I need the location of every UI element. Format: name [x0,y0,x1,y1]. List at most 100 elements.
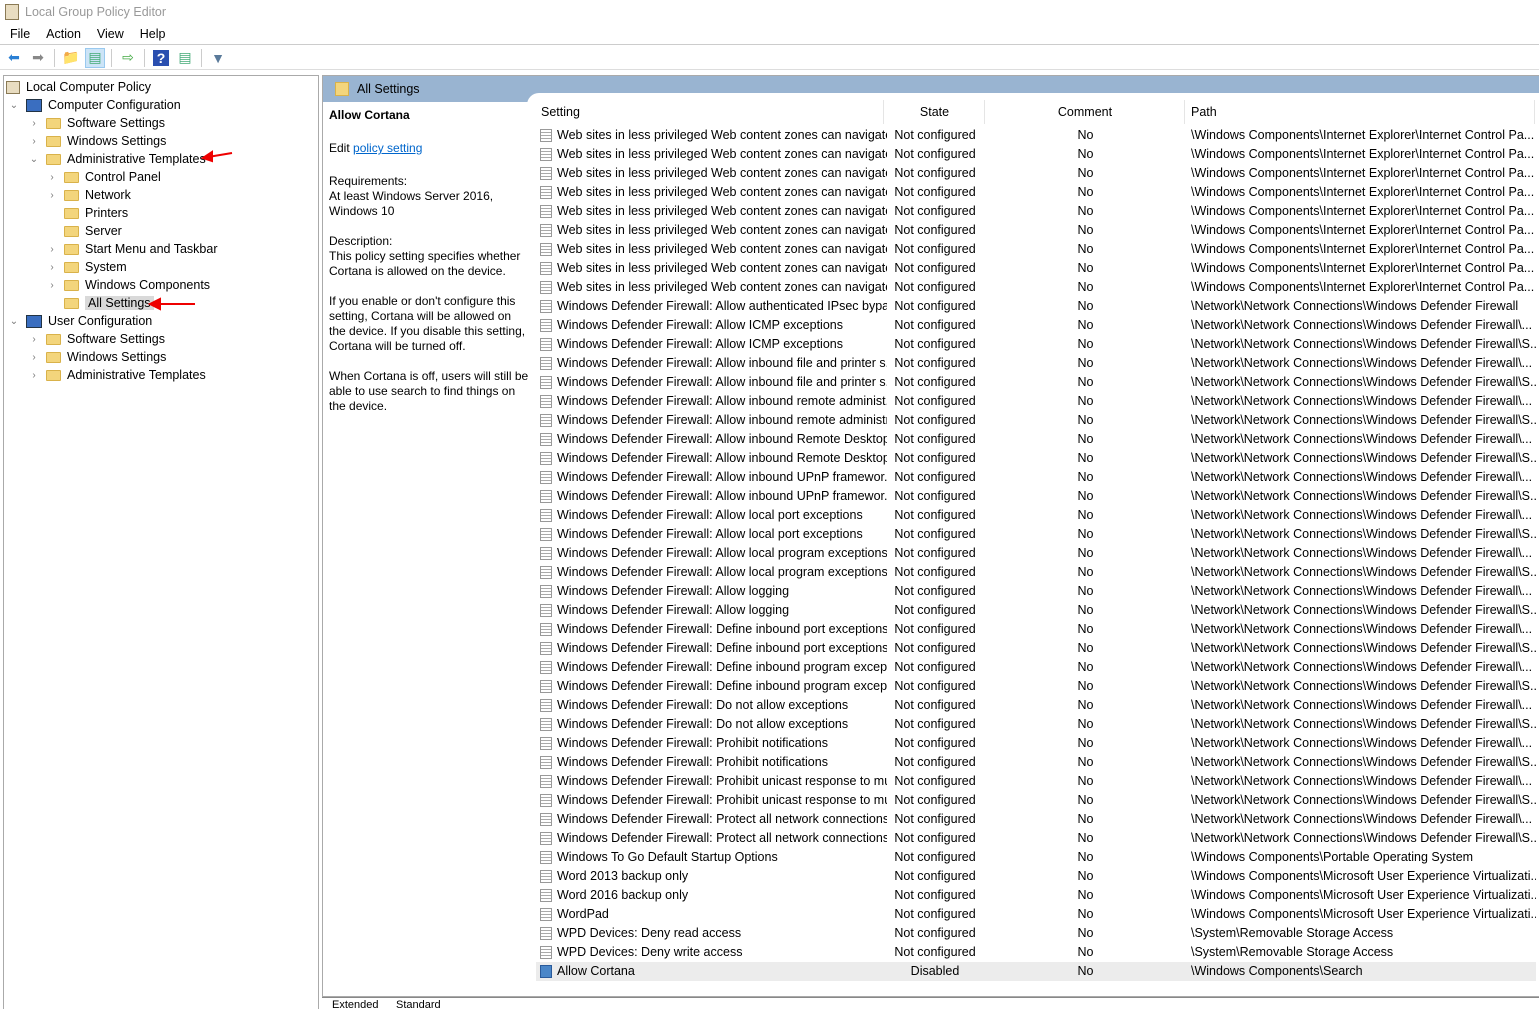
comment-cell: No [1077,812,1094,826]
table-row[interactable]: Web sites in less privileged Web content… [536,259,1536,278]
comment-cell: No [1077,280,1094,294]
setting-cell: Windows To Go Default Startup Options [557,850,778,864]
comment-cell: No [1077,508,1094,522]
setting-cell: Windows Defender Firewall: Allow inbound… [557,394,887,408]
state-cell: Not configured [894,280,976,294]
table-row[interactable]: Windows Defender Firewall: Define inboun… [536,620,1536,639]
policy-setting-icon [540,661,552,674]
tree-node[interactable]: › Windows Settings [28,348,166,366]
table-row[interactable]: Windows Defender Firewall: Allow inbound… [536,449,1536,468]
comment-cell: No [1077,565,1094,579]
setting-cell: Windows Defender Firewall: Prohibit unic… [557,793,887,807]
table-row[interactable]: Windows Defender Firewall: Prohibit noti… [536,734,1536,753]
table-row[interactable]: Windows Defender Firewall: Prohibit unic… [536,791,1536,810]
comment-cell: No [1077,907,1094,921]
setting-cell: Windows Defender Firewall: Allow inbound… [557,413,887,427]
comment-cell: No [1077,432,1094,446]
tab-extended[interactable]: Extended [332,999,378,1011]
table-row[interactable]: WordPad Not configured No \Windows Compo… [536,905,1536,924]
table-row[interactable]: Windows Defender Firewall: Allow authent… [536,297,1536,316]
chevron-right-icon[interactable]: › [28,370,40,381]
table-row[interactable]: Windows Defender Firewall: Allow inbound… [536,411,1536,430]
table-row[interactable]: Windows Defender Firewall: Allow inbound… [536,373,1536,392]
table-row[interactable]: Windows Defender Firewall: Do not allow … [536,696,1536,715]
table-row[interactable]: Windows Defender Firewall: Allow local p… [536,563,1536,582]
table-row[interactable]: Windows To Go Default Startup Options No… [536,848,1536,867]
table-row[interactable]: Web sites in less privileged Web content… [536,202,1536,221]
table-row[interactable]: Allow Cortana Disabled No \Windows Compo… [536,962,1536,981]
table-row[interactable]: Windows Defender Firewall: Allow local p… [536,525,1536,544]
column-header-state[interactable]: State [885,100,985,124]
table-row[interactable]: Windows Defender Firewall: Prohibit unic… [536,772,1536,791]
table-row[interactable]: Web sites in less privileged Web content… [536,221,1536,240]
policy-setting-icon [540,300,552,313]
table-row[interactable]: Windows Defender Firewall: Allow logging… [536,582,1536,601]
policy-setting-icon [540,395,552,408]
table-row[interactable]: Windows Defender Firewall: Define inboun… [536,658,1536,677]
table-row[interactable]: Windows Defender Firewall: Allow inbound… [536,392,1536,411]
state-cell: Not configured [894,318,976,332]
comment-cell: No [1077,698,1094,712]
table-row[interactable]: Windows Defender Firewall: Allow inbound… [536,354,1536,373]
state-cell: Not configured [894,603,976,617]
state-cell: Not configured [894,831,976,845]
tree-node[interactable]: › Administrative Templates [28,366,205,384]
setting-cell: Windows Defender Firewall: Prohibit unic… [557,774,887,788]
table-row[interactable]: Windows Defender Firewall: Allow local p… [536,506,1536,525]
table-row[interactable]: WPD Devices: Deny read access Not config… [536,924,1536,943]
table-row[interactable]: Windows Defender Firewall: Allow local p… [536,544,1536,563]
table-row[interactable]: Web sites in less privileged Web content… [536,126,1536,145]
table-row[interactable]: Windows Defender Firewall: Allow inbound… [536,468,1536,487]
table-row[interactable]: Windows Defender Firewall: Allow inbound… [536,430,1536,449]
comment-cell: No [1077,546,1094,560]
table-row[interactable]: WPD Devices: Deny write access Not confi… [536,943,1536,962]
chevron-right-icon[interactable]: › [28,352,40,363]
comment-cell: No [1077,945,1094,959]
tab-standard[interactable]: Standard [396,999,441,1011]
path-cell: \System\Removable Storage Access [1191,926,1394,940]
comment-cell: No [1077,489,1094,503]
state-cell: Not configured [894,204,976,218]
comment-cell: No [1077,774,1094,788]
edit-policy-setting-link[interactable]: policy setting [353,141,422,155]
table-row[interactable]: Word 2016 backup only Not configured No … [536,886,1536,905]
table-row[interactable]: Windows Defender Firewall: Define inboun… [536,639,1536,658]
table-row[interactable]: Web sites in less privileged Web content… [536,240,1536,259]
table-row[interactable]: Windows Defender Firewall: Protect all n… [536,810,1536,829]
state-cell: Not configured [894,223,976,237]
state-cell: Not configured [894,584,976,598]
table-row[interactable]: Web sites in less privileged Web content… [536,278,1536,297]
table-row[interactable]: Web sites in less privileged Web content… [536,183,1536,202]
table-row[interactable]: Windows Defender Firewall: Define inboun… [536,677,1536,696]
table-row[interactable]: Windows Defender Firewall: Prohibit noti… [536,753,1536,772]
table-row[interactable]: Word 2013 backup only Not configured No … [536,867,1536,886]
table-row[interactable]: Web sites in less privileged Web content… [536,145,1536,164]
table-row[interactable]: Windows Defender Firewall: Allow ICMP ex… [536,316,1536,335]
table-row[interactable]: Windows Defender Firewall: Protect all n… [536,829,1536,848]
chevron-right-icon[interactable]: › [28,334,40,345]
table-row[interactable]: Windows Defender Firewall: Do not allow … [536,715,1536,734]
state-cell: Not configured [894,888,976,902]
tree-node[interactable]: › Software Settings [28,330,165,348]
path-cell: \Windows Components\Internet Explorer\In… [1191,166,1535,180]
setting-cell: Windows Defender Firewall: Allow ICMP ex… [557,318,843,332]
column-header-setting[interactable]: Setting [536,100,884,124]
path-cell: \Network\Network Connections\Windows Def… [1191,622,1533,636]
state-cell: Not configured [894,299,976,313]
path-cell: \Network\Network Connections\Windows Def… [1191,375,1536,389]
folder-icon [46,351,61,363]
path-cell: \Network\Network Connections\Windows Def… [1191,337,1536,351]
comment-cell: No [1077,128,1094,142]
policy-setting-icon [540,129,552,142]
comment-cell: No [1077,166,1094,180]
comment-cell: No [1077,451,1094,465]
table-row[interactable]: Windows Defender Firewall: Allow inbound… [536,487,1536,506]
comment-cell: No [1077,584,1094,598]
table-row[interactable]: Web sites in less privileged Web content… [536,164,1536,183]
annotation-arrows [147,150,233,311]
table-row[interactable]: Windows Defender Firewall: Allow ICMP ex… [536,335,1536,354]
column-header-path[interactable]: Path [1186,100,1535,124]
column-header-comment[interactable]: Comment [986,100,1185,124]
table-row[interactable]: Windows Defender Firewall: Allow logging… [536,601,1536,620]
path-cell: \Network\Network Connections\Windows Def… [1191,831,1536,845]
